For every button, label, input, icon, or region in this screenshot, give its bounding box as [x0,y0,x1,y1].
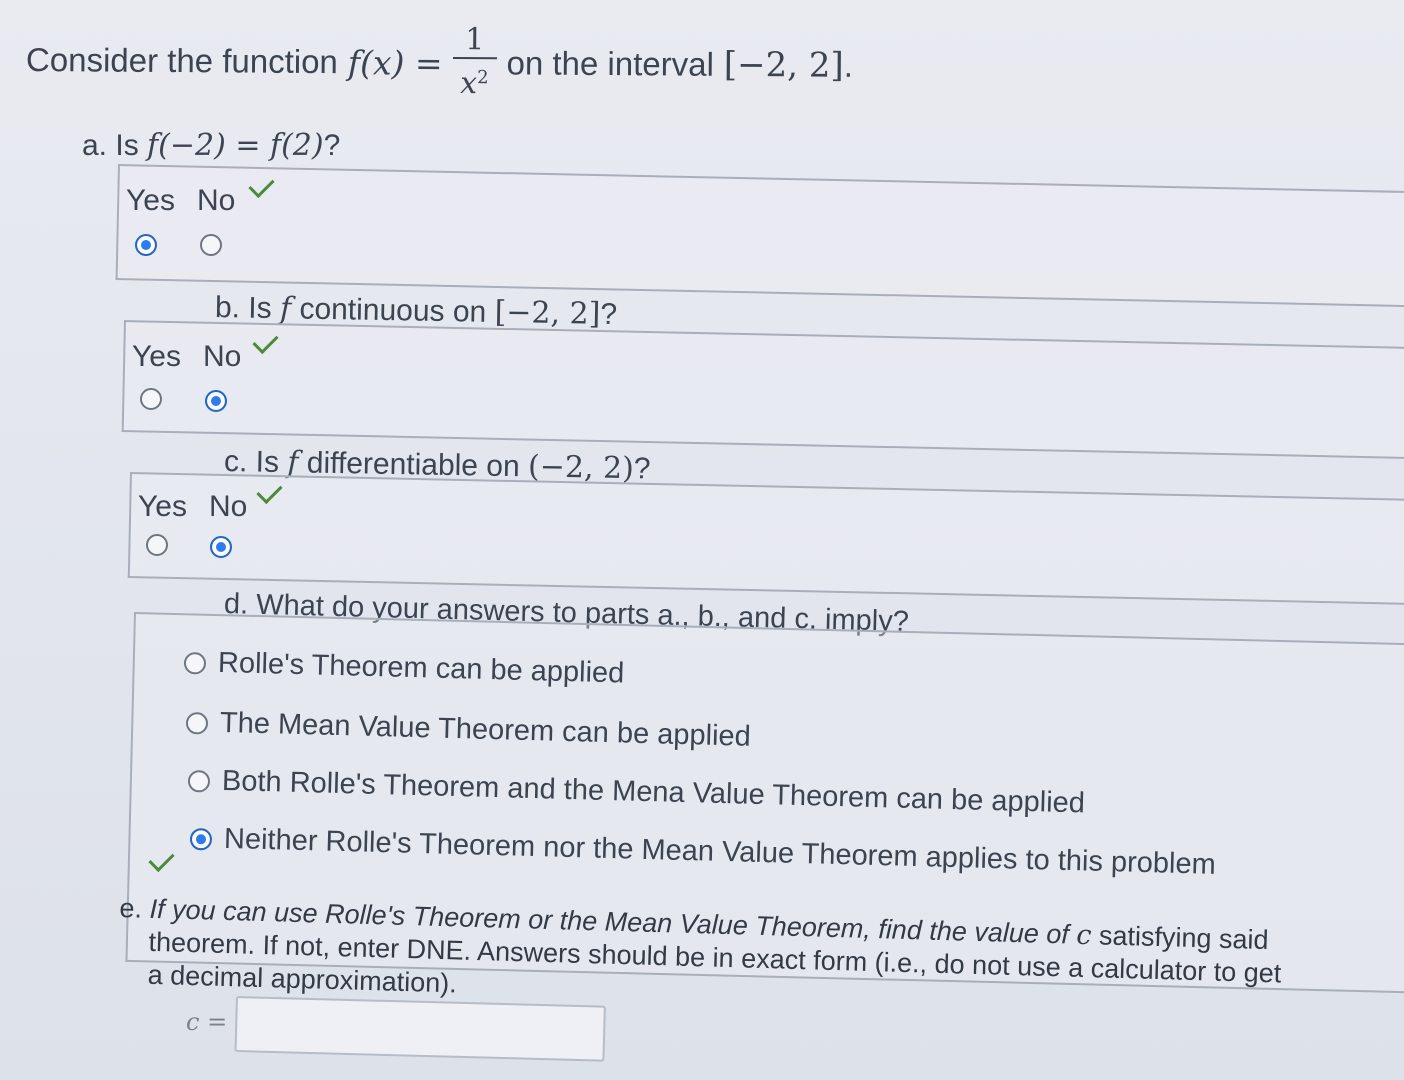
part-e-c-input[interactable] [234,996,606,1062]
part-d-option-1-radio[interactable] [183,651,207,675]
part-d-option-3-radio[interactable] [187,769,211,793]
part-b-no-label: No [202,340,242,373]
function-name: f(x) = [347,42,443,83]
fraction-denominator: x2 [460,66,489,102]
part-b-no-radio[interactable] [205,390,227,412]
part-a-expression: f(−2) = f(2) [147,128,324,163]
fraction: 1 x2 [452,22,497,103]
part-c-options-header: Yes No [138,490,247,524]
part-e-c-label: c = [186,1008,228,1036]
part-a-answer-box [115,164,1404,308]
intro-middle: on the interval [506,44,715,83]
intro-end: . [843,46,854,84]
part-b-options-header: Yes No [132,340,241,374]
part-c-yes-radio[interactable] [146,534,168,556]
part-b-yes-label: Yes [132,340,181,373]
part-d-option-2-radio[interactable] [185,711,209,735]
part-a-question: a. Is f(−2) = f(2)? [82,128,341,163]
part-c-no-radio[interactable] [210,536,232,558]
part-c-no-label: No [208,490,248,523]
part-b-answer-box [121,320,1404,460]
part-b-f: f [279,291,292,327]
part-e-c-variable: c [1075,919,1092,952]
part-a-options-header: Yes No [126,184,235,218]
part-a-no-label: No [196,184,236,217]
intro-interval: [−2, 2] [723,44,844,86]
part-d-option-4-radio[interactable] [189,827,213,851]
part-c-answer-box [127,472,1404,606]
problem-statement: Consider the function f(x) = 1 x2 on the… [26,20,854,106]
part-b-interval: [−2, 2] [494,294,601,332]
intro-prefix: Consider the function [25,41,338,81]
part-a-yes-label: Yes [126,184,175,217]
fraction-exponent: 2 [477,67,489,89]
part-a-yes-radio[interactable] [135,234,157,256]
part-a-no-radio[interactable] [200,234,222,256]
part-c-yes-label: Yes [138,490,187,523]
fraction-numerator: 1 [465,22,485,58]
part-b-yes-radio[interactable] [140,388,162,410]
